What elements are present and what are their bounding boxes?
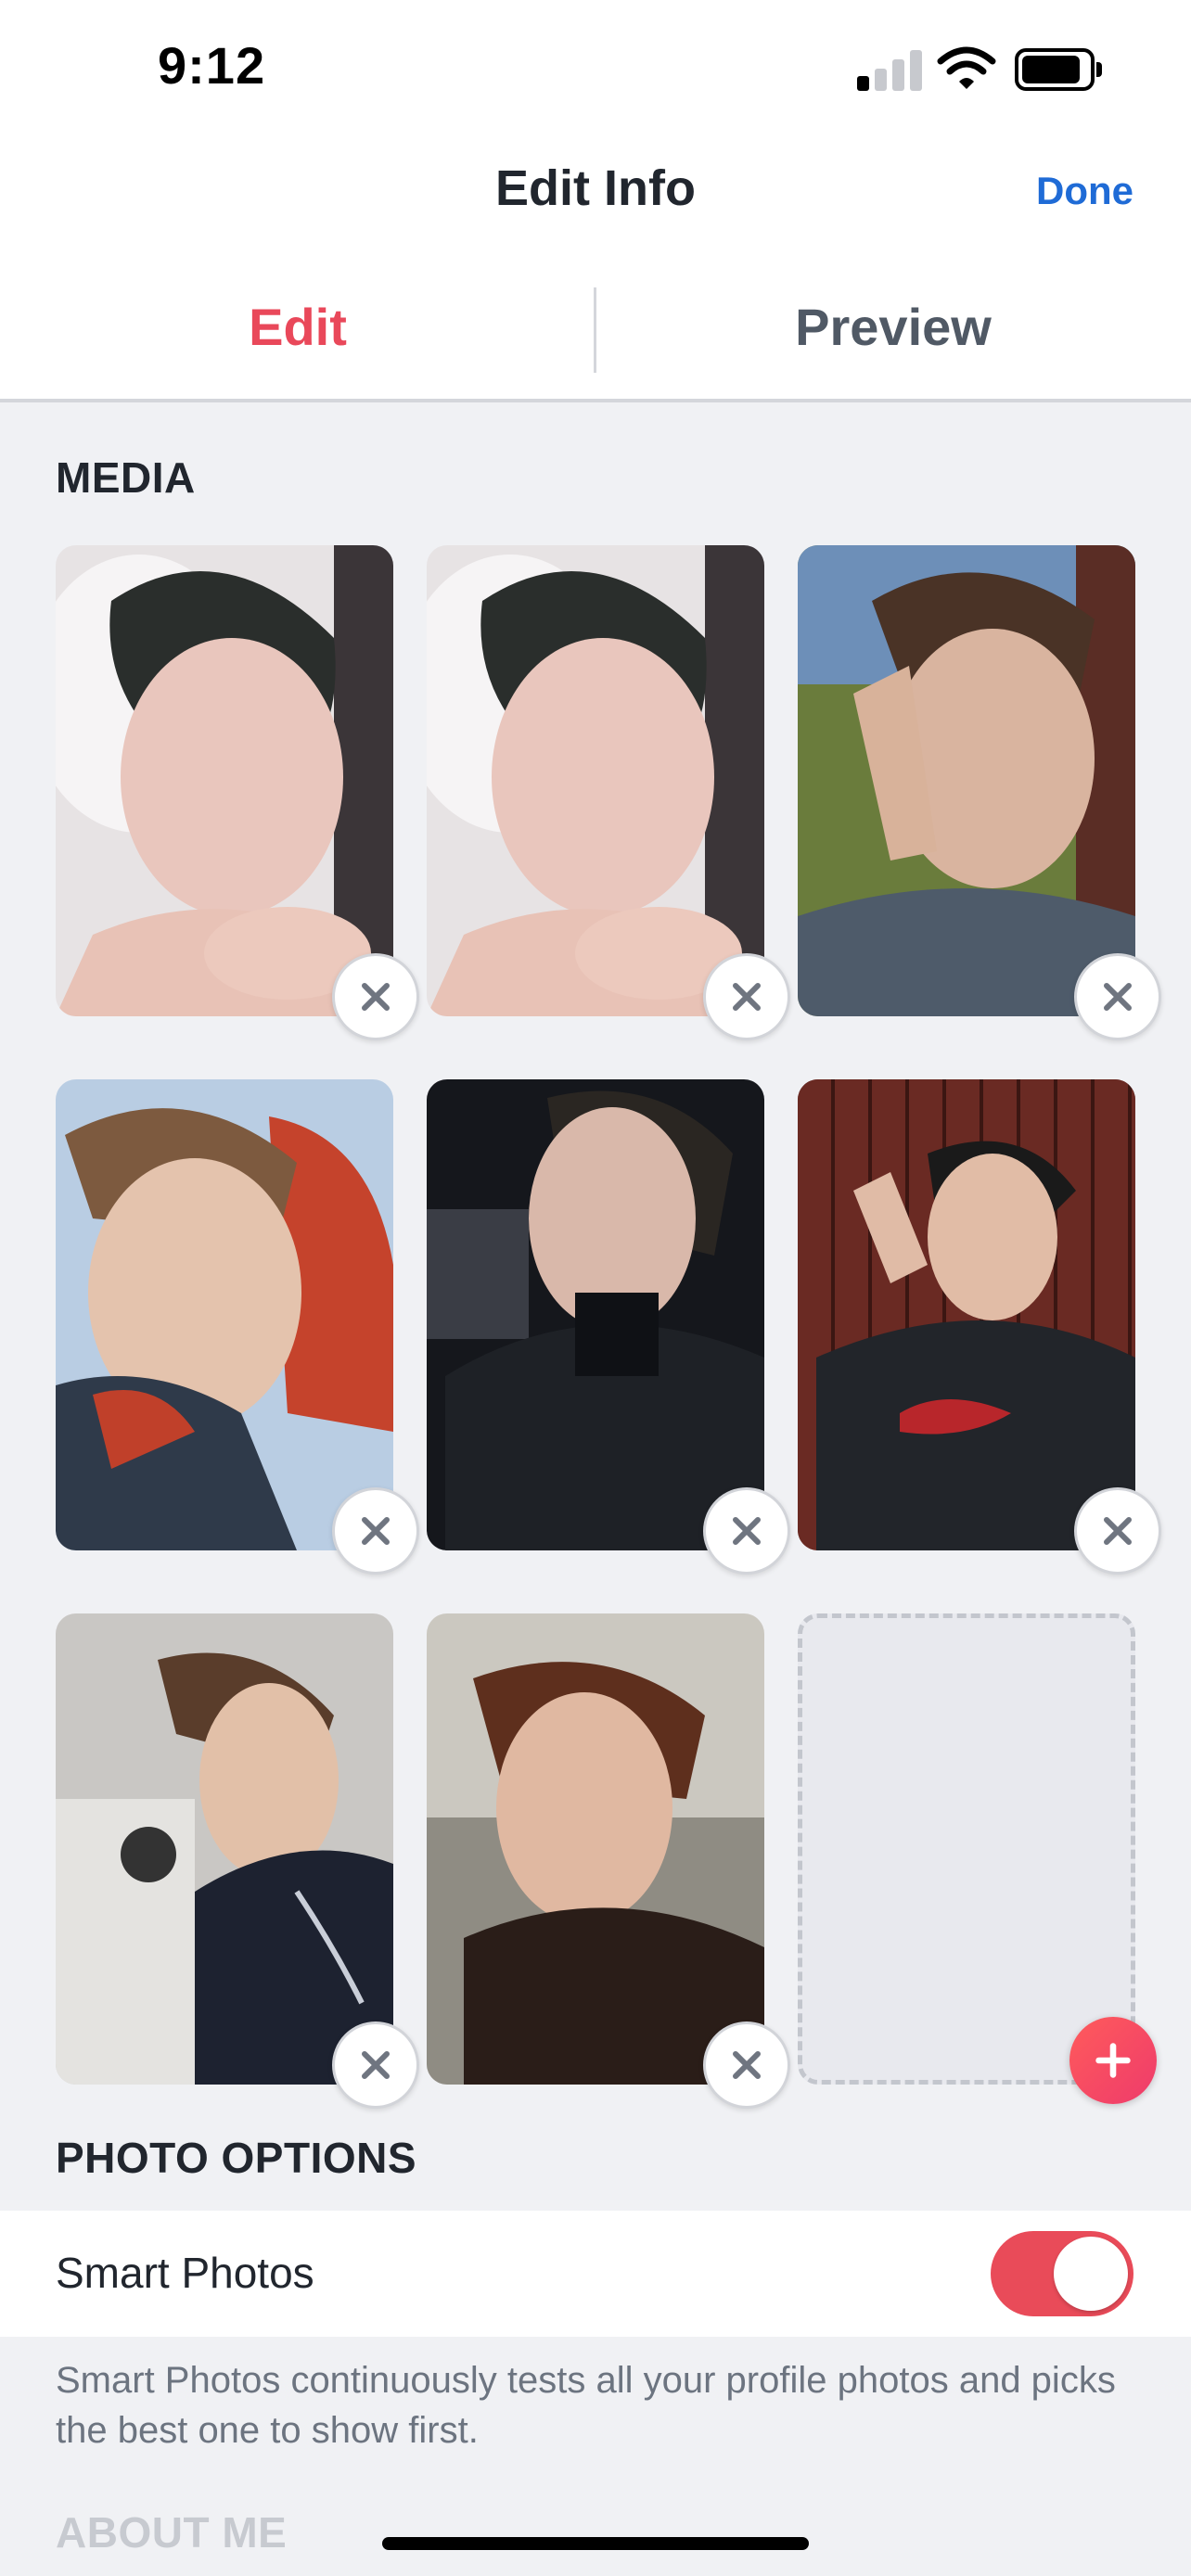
photo-options-header: PHOTO OPTIONS: [56, 2134, 417, 2182]
empty-photo-slot[interactable]: [798, 1613, 1157, 2104]
profile-photo: [56, 545, 393, 1016]
profile-photo: [427, 545, 764, 1016]
close-icon: [362, 1517, 390, 1545]
close-icon: [1104, 983, 1132, 1011]
profile-photo: [427, 1613, 764, 2085]
close-icon: [1104, 1517, 1132, 1545]
photo-tile-6[interactable]: [798, 1079, 1161, 1575]
photo-tile-5[interactable]: [427, 1079, 790, 1575]
edit-preview-tabs: Edit Preview: [0, 250, 1191, 402]
remove-photo-button[interactable]: [332, 953, 419, 1040]
done-button[interactable]: Done: [1036, 169, 1133, 213]
cellular-signal-icon: [857, 48, 922, 91]
remove-photo-button[interactable]: [1074, 1487, 1161, 1575]
remove-photo-button[interactable]: [332, 1487, 419, 1575]
photo-tile-7[interactable]: [56, 1613, 419, 2109]
smart-photos-description: Smart Photos continuously tests all your…: [56, 2360, 1116, 2451]
remove-photo-button[interactable]: [703, 2021, 790, 2109]
photo-tile-3[interactable]: [798, 545, 1161, 1040]
media-grid: [56, 545, 1161, 2109]
profile-photo: [798, 545, 1135, 1016]
smart-photos-row: Smart Photos: [0, 2211, 1191, 2337]
status-time: 9:12: [158, 36, 266, 95]
close-icon: [362, 983, 390, 1011]
close-icon: [733, 2051, 761, 2079]
profile-photo: [56, 1079, 393, 1550]
close-icon: [362, 2051, 390, 2079]
media-header: MEDIA: [56, 453, 196, 502]
tab-preview[interactable]: Preview: [596, 297, 1191, 357]
close-icon: [733, 983, 761, 1011]
remove-photo-button[interactable]: [703, 1487, 790, 1575]
photo-tile-8[interactable]: [427, 1613, 790, 2109]
toggle-knob: [1054, 2237, 1128, 2311]
plus-icon: [1095, 2043, 1131, 2078]
photo-tile-4[interactable]: [56, 1079, 419, 1575]
smart-photos-label: Smart Photos: [56, 2249, 314, 2297]
page-title: Edit Info: [495, 160, 696, 216]
close-icon: [733, 1517, 761, 1545]
edit-info-screen: 9:12 Edit Info Done Edit Preview MEDIA P…: [0, 0, 1191, 2576]
status-bar: 9:12: [0, 0, 1191, 130]
nav-header: Edit Info Done: [0, 130, 1191, 250]
smart-photos-toggle[interactable]: [991, 2231, 1133, 2316]
remove-photo-button[interactable]: [703, 953, 790, 1040]
add-photo-button[interactable]: [1069, 2017, 1157, 2104]
home-indicator: [382, 2537, 809, 2550]
profile-photo: [427, 1079, 764, 1550]
photo-tile-1[interactable]: [56, 545, 419, 1040]
photo-tile-2[interactable]: [427, 545, 790, 1040]
battery-icon: [1015, 48, 1102, 91]
remove-photo-button[interactable]: [1074, 953, 1161, 1040]
about-me-header: ABOUT ME: [56, 2508, 288, 2557]
profile-photo: [798, 1079, 1135, 1550]
tab-edit[interactable]: Edit: [0, 297, 596, 357]
profile-photo: [56, 1613, 393, 2085]
wifi-icon: [937, 45, 996, 91]
remove-photo-button[interactable]: [332, 2021, 419, 2109]
